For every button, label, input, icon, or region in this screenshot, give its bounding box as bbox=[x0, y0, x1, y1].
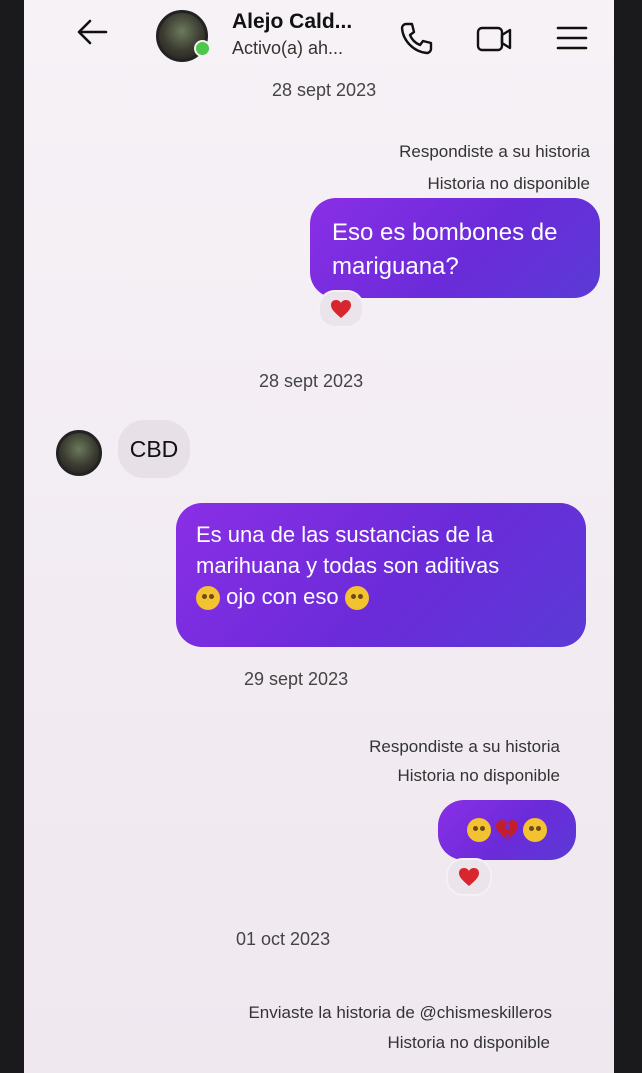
heart-reaction[interactable] bbox=[318, 290, 364, 328]
video-call-icon[interactable] bbox=[474, 18, 514, 58]
message-text: Eso es bombones de mariguana? bbox=[332, 219, 558, 280]
story-reply-label: Respondiste a su historia bbox=[369, 737, 560, 756]
pensive-face-icon bbox=[196, 586, 220, 611]
outgoing-message[interactable]: Es una de las sustancias de la marihuana… bbox=[176, 503, 586, 647]
heart-icon bbox=[459, 868, 479, 886]
phone-call-icon[interactable] bbox=[396, 18, 436, 58]
story-share-label: Enviaste la historia de @chismeskilleros bbox=[248, 1003, 552, 1022]
story-unavailable-label: Historia no disponible bbox=[397, 766, 560, 785]
broken-heart-icon bbox=[496, 820, 518, 840]
story-unavailable-label: Historia no disponible bbox=[427, 174, 590, 193]
message-text: Es una de las sustancias de la marihuana… bbox=[196, 522, 500, 578]
outgoing-message[interactable]: Eso es bombones de mariguana? bbox=[310, 198, 600, 298]
contact-name[interactable]: Alejo Cald... bbox=[232, 10, 352, 34]
pensive-face-icon bbox=[523, 818, 547, 842]
menu-icon[interactable] bbox=[552, 18, 592, 58]
pleading-face-icon bbox=[467, 818, 491, 842]
contact-avatar-small[interactable] bbox=[56, 430, 102, 476]
heart-icon bbox=[331, 300, 351, 318]
date-divider: 01 oct 2023 bbox=[236, 929, 331, 949]
outgoing-emoji-message[interactable] bbox=[438, 800, 576, 860]
message-text: CBD bbox=[129, 436, 179, 462]
online-indicator bbox=[194, 40, 211, 57]
heart-reaction[interactable] bbox=[446, 858, 492, 896]
chat-screen: Alejo Cald... Activo(a) ah... 28 sept 20… bbox=[24, 0, 614, 1073]
chat-header: Alejo Cald... Activo(a) ah... bbox=[24, 0, 614, 70]
contact-status: Activo(a) ah... bbox=[232, 38, 344, 58]
pleading-face-icon bbox=[344, 586, 369, 611]
incoming-message[interactable]: CBD bbox=[118, 420, 190, 478]
back-arrow-icon[interactable] bbox=[72, 12, 112, 52]
message-text-end: ojo con eso bbox=[226, 584, 339, 609]
story-unavailable-label: Historia no disponible bbox=[387, 1033, 550, 1052]
date-divider: 29 sept 2023 bbox=[244, 669, 349, 689]
story-reply-label: Respondiste a su historia bbox=[399, 142, 590, 161]
date-divider: 28 sept 2023 bbox=[259, 371, 364, 391]
date-divider: 28 sept 2023 bbox=[272, 80, 377, 100]
